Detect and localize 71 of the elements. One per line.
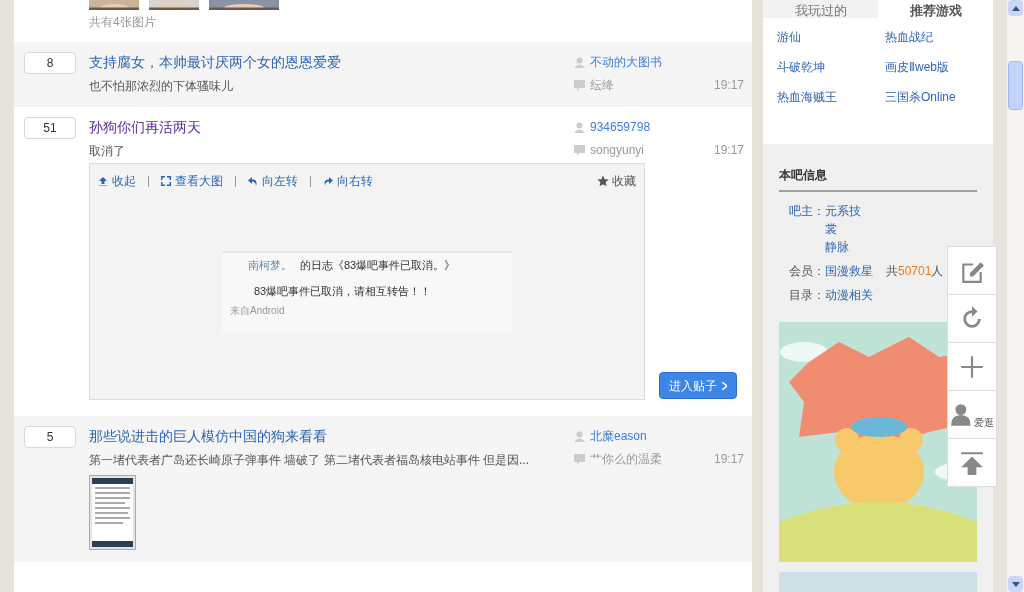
image-count: 共有4张图片 xyxy=(89,14,157,31)
author-link[interactable]: 北糜eason xyxy=(590,427,647,445)
edit-button[interactable] xyxy=(947,246,997,295)
button-caption: 爱逛 xyxy=(974,417,994,428)
last-replier: 艹你么的温柔 xyxy=(590,451,662,468)
top-button[interactable] xyxy=(947,438,997,487)
comment-icon xyxy=(574,453,585,465)
thread-thumbnail[interactable] xyxy=(89,475,136,550)
section-title: 本吧信息 xyxy=(779,166,977,192)
star-icon xyxy=(597,175,609,187)
member-count: 共50701人 xyxy=(886,263,944,280)
scroll-down-icon[interactable] xyxy=(1008,576,1023,592)
game-link[interactable]: 热血战纪 xyxy=(885,28,993,44)
chevron-right-icon xyxy=(722,381,727,390)
fullscreen-icon xyxy=(161,176,171,186)
screenshot-user: 南柯梦。 xyxy=(248,258,292,273)
game-link[interactable]: 三国杀Online xyxy=(885,88,993,104)
enter-post-button[interactable]: 进入贴子 xyxy=(659,372,737,399)
thread-title-link[interactable]: 支持腐女，本帅最讨厌两个女的恩恩爱爱 xyxy=(89,52,569,72)
screenshot-heading: 的日志《83爆吧事件已取消。》 xyxy=(300,258,456,273)
game-link[interactable]: 游仙 xyxy=(777,28,885,44)
category-link[interactable]: 动漫相关 xyxy=(825,286,873,304)
viewer-action-link[interactable]: 收起 xyxy=(98,172,136,190)
owner-link[interactable]: 元系技 xyxy=(825,202,861,220)
comment-icon xyxy=(574,144,585,156)
member-label: 会员： xyxy=(789,263,825,280)
owner-label: 吧主： xyxy=(789,203,825,220)
sidebar-tab[interactable]: 我玩过的 xyxy=(763,0,878,18)
viewer-action-link[interactable]: 查看大图 xyxy=(161,172,223,190)
reply-time: 19:17 xyxy=(713,142,744,159)
favorite-link[interactable]: 收藏 xyxy=(597,172,636,190)
reply-time: 19:17 xyxy=(713,451,744,468)
game-link[interactable]: 斗破乾坤 xyxy=(777,58,885,74)
back-to-top-icon xyxy=(959,449,985,476)
thread-excerpt: 取消了 xyxy=(89,143,126,160)
reply-count: 5 xyxy=(24,426,76,448)
user-icon xyxy=(574,430,585,442)
scrollbar[interactable] xyxy=(1007,0,1024,592)
collapse-icon xyxy=(98,176,108,186)
reply-count: 8 xyxy=(24,52,76,74)
user-icon xyxy=(574,121,585,133)
viewer-action-link[interactable]: 向右转 xyxy=(323,172,373,190)
reply-time: 19:17 xyxy=(713,77,744,94)
scroll-up-icon[interactable] xyxy=(1008,0,1023,16)
user-button[interactable]: 爱逛 xyxy=(947,390,997,439)
scroll-thumb[interactable] xyxy=(1008,61,1023,110)
reply-count: 51 xyxy=(24,117,76,139)
owner-link[interactable]: 裳 xyxy=(825,220,861,238)
author-link[interactable]: 934659798 xyxy=(590,118,651,136)
last-replier: 纭绛 xyxy=(590,77,614,94)
comment-icon xyxy=(574,79,585,91)
member-link[interactable]: 国漫救星 xyxy=(825,262,873,280)
last-replier: songyunyi xyxy=(590,142,645,159)
refresh-button[interactable] xyxy=(947,294,997,343)
viewer-action-link[interactable]: 向左转 xyxy=(248,172,298,190)
category-label: 目录： xyxy=(789,287,825,304)
thread-title-link[interactable]: 孙狗你们再活两天 xyxy=(89,117,569,137)
rotate-left-icon xyxy=(248,176,258,186)
game-link[interactable]: 画皮Ⅱweb版 xyxy=(885,58,993,74)
game-link[interactable]: 热血海贼王 xyxy=(777,88,885,104)
plus-icon xyxy=(959,353,985,380)
thread-excerpt: 也不怕那浓烈的下体骚味儿 xyxy=(89,78,234,95)
owner-link[interactable]: 静脉 xyxy=(825,238,861,256)
author-link[interactable]: 不动的大图书 xyxy=(590,53,662,71)
plus-button[interactable] xyxy=(947,342,997,391)
user-icon xyxy=(574,56,585,68)
thread-title-link[interactable]: 那些说进击的巨人模仿中国的狗来看看 xyxy=(89,426,569,446)
rotate-right-icon xyxy=(323,176,333,186)
screenshot-source: 来自Android xyxy=(230,304,286,318)
thread-excerpt: 第一堵代表者广岛还长崎原子弹事件 墙破了 第二堵代表者福岛核电站事件 但是因... xyxy=(89,452,530,469)
screenshot-body: 83爆吧事件已取消，请相互转告！！ xyxy=(254,283,433,299)
